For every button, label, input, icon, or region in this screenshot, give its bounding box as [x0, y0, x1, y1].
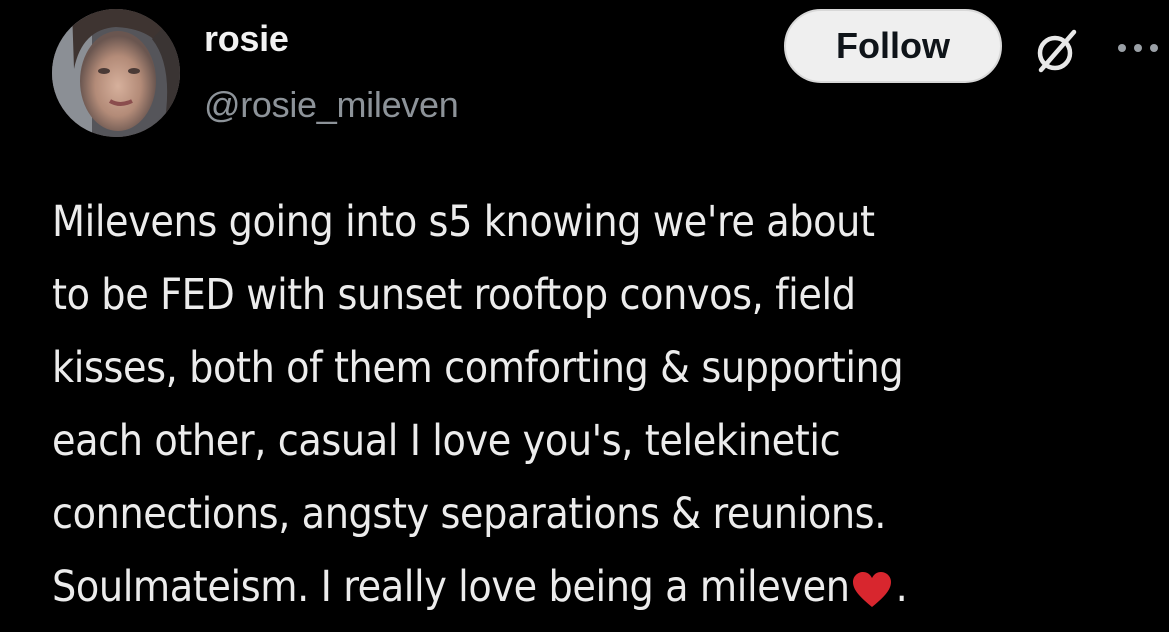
post-text-segment: Soulmateism. I really love being a milev… [52, 563, 850, 612]
more-horizontal-icon[interactable] [1114, 38, 1164, 58]
post-text-line: each other, casual I love you's, telekin… [52, 417, 841, 466]
user-handle[interactable]: @rosie_mileven [204, 84, 459, 126]
follow-button[interactable]: Follow [784, 9, 1002, 83]
post-text-line: to be FED with sunset rooftop convos, fi… [52, 271, 856, 320]
post-card: rosie @rosie_mileven Follow Milevens goi… [0, 0, 1169, 632]
post-text-line: Milevens going into s5 knowing we're abo… [52, 198, 875, 247]
profile-photo-icon [52, 9, 180, 137]
post-text-last-line: Soulmateism. I really love being a milev… [52, 551, 1162, 624]
grok-slash-circle-icon[interactable] [1032, 26, 1082, 76]
post-text-line: connections, angsty separations & reunio… [52, 490, 886, 539]
red-heart-icon [852, 572, 891, 607]
post-text: Milevens going into s5 knowing we're abo… [52, 186, 1162, 624]
post-text-line: kisses, both of them comforting & suppor… [52, 344, 904, 393]
display-name[interactable]: rosie [204, 18, 289, 60]
avatar[interactable] [52, 9, 180, 137]
post-text-period: . [895, 563, 908, 612]
